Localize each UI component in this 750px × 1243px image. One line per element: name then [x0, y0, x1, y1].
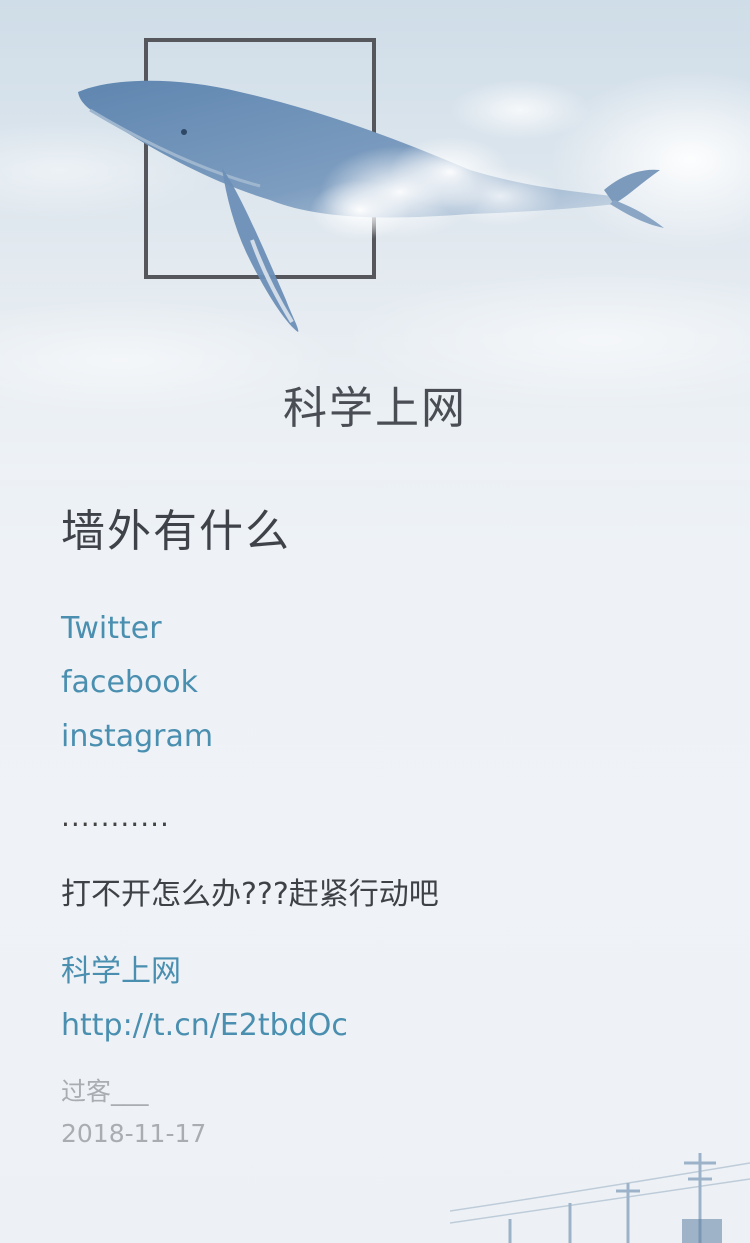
- ellipsis-text: ...........: [61, 800, 170, 833]
- hero-title: 科学上网: [283, 383, 467, 434]
- site-link-twitter[interactable]: Twitter: [61, 602, 701, 656]
- article-content: 墙外有什么 Twitter facebook instagram .......…: [61, 500, 701, 1155]
- prompt-text: 打不开怎么办???赶紧行动吧: [61, 877, 439, 912]
- power-line-decoration: [450, 1153, 750, 1243]
- site-link-facebook[interactable]: facebook: [61, 656, 701, 710]
- cta-link[interactable]: 科学上网: [61, 945, 701, 999]
- section-heading: 墙外有什么: [61, 506, 291, 557]
- hero-banner: 科学上网: [0, 0, 750, 480]
- cta-url-link[interactable]: http://t.cn/E2tbdOc: [61, 999, 701, 1053]
- promo-links: 科学上网 http://t.cn/E2tbdOc: [61, 945, 701, 1053]
- author-name: 过客___: [61, 1077, 149, 1106]
- site-link-instagram[interactable]: instagram: [61, 710, 701, 764]
- site-list: Twitter facebook instagram: [61, 602, 701, 764]
